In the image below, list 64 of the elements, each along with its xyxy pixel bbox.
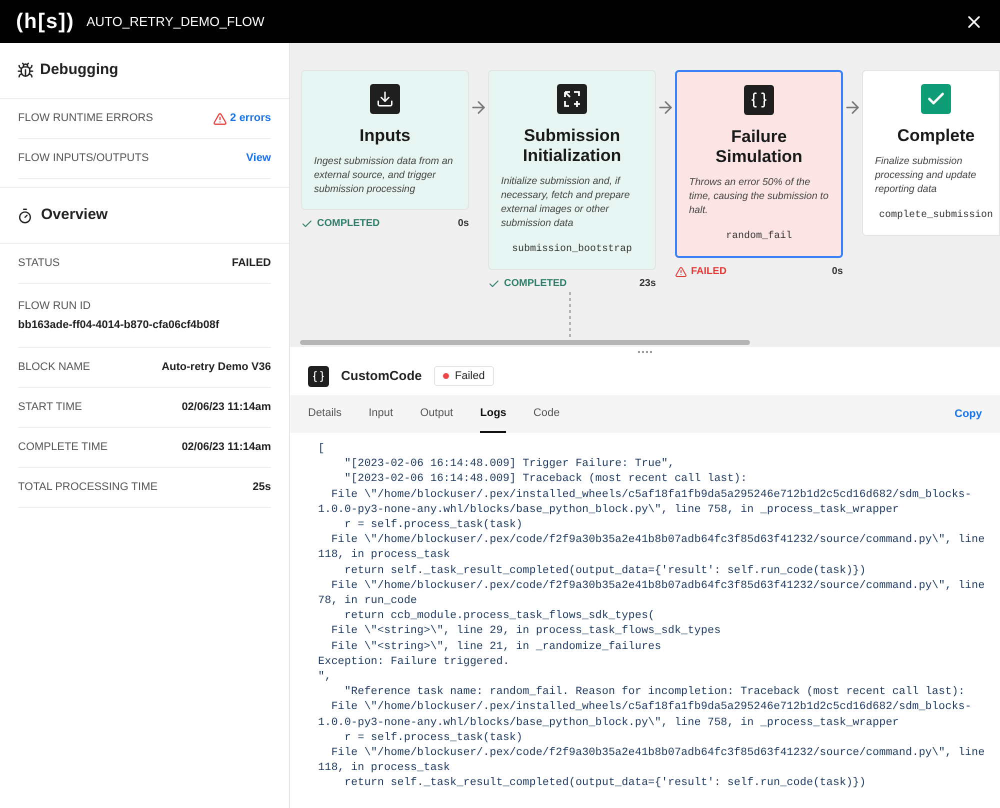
node-description: Initialize submission and, if necessary, fetch and prepare external images or other submission data: [501, 175, 631, 231]
link[interactable]: 2 errors: [230, 110, 271, 127]
node-status: COMPLETED: [317, 217, 380, 231]
copy-link[interactable]: Copy: [954, 395, 982, 433]
node-duration: 0s: [832, 265, 843, 279]
field-label: STATUS: [18, 256, 60, 272]
download-icon: [370, 84, 400, 114]
tab[interactable]: Logs: [480, 395, 506, 433]
warning-icon: [213, 112, 228, 126]
field-label: FLOW INPUTS/OUTPUTS: [18, 151, 149, 166]
tab[interactable]: Code: [533, 395, 560, 433]
node-code-name: submission_bootstrap: [512, 242, 632, 257]
node-duration: 0s: [458, 217, 469, 231]
log-output: [ "[2023-02-06 16:14:48.009] Trigger Failure: True", "[2023-02-06 16:14:48.009] Traceback (most recent call last): File \"/home/blockuser/.pex/installed_wheels/c5af18fa1fb9da5a295246e712b1d2c5cd16d682/sdm_blocks- 1.0.0-py3-none-any.whl/blocks/base_python_block.py\", line 758, in _process_task_wrapper r = self.process_task(task) File \"/home/blockuser/.pex/code/f2f9a30b35a2e41b8b07adb64fc3f85d63f41232/source/command.py\", line 118, in process_task return self._task_result_completed(output_data={'result': self.run_code(task)}) File \"/home/blockuser/.pex/code/f2f9a30b35a2e41b8b07adb64fc3f85d63f41232/source/command.py\", line 78, in run_code return ccb_module.process_task_flows_sdk_types( File \"<string>\", line 29, in process_task_flows_sdk_types File \"<string>\", line 21, in _randomize_failures Exception: Failure triggered. ", "Reference task name: random_fail. Reason for incompletion: Traceback (most recent call last): File \"/home/blockuser/.pex/installed_wheels/c5af18fa1fb9da5a295246e712b1d2c5cd16d682/sdm_blocks- 1.0.0-py3-none-any.whl/blocks/base_python_block.py\", line 758, in _process_task_wrapper r = self.process_task(task) File \"/home/blockuser/.pex/code/f2f9a30b35a2e41b8b07adb64fc3f85d63f41232/source/command.py\", line 118, in process_task return self._task_result_completed(output_data={'result': self.run_code(task)}): [317, 442, 986, 792]
tab[interactable]: Output: [420, 395, 454, 433]
field-label: FLOW RUNTIME ERRORS: [18, 111, 154, 126]
scrollbar-thumb[interactable]: [300, 340, 750, 345]
flow-node-card[interactable]: Complete Finalize submission processing and update reporting data complete_submission: [862, 70, 1000, 236]
flow-node-card[interactable]: Submission Initialization Initialize submission and, if necessary, fetch and prepare external images or other submission data submission_bootstrap: [488, 70, 656, 270]
transform-icon: [557, 84, 587, 114]
window-title: AUTO_RETRY_DEMO_FLOW: [86, 12, 264, 31]
bug-icon: [17, 62, 34, 79]
field-value: bb163ade-ff04-4014-b870-cfa06cf4b08f: [18, 318, 220, 332]
tab[interactable]: Input: [368, 395, 394, 433]
field-value: 02/06/23 11:14am: [182, 440, 271, 456]
node-status: COMPLETED: [504, 277, 567, 291]
link[interactable]: View: [246, 150, 271, 167]
stopwatch-icon: [17, 208, 33, 224]
code-braces-icon: [308, 366, 329, 386]
node-title: Inputs: [360, 126, 410, 146]
field-label: BLOCK NAME: [18, 360, 90, 376]
warning-icon: [675, 266, 687, 278]
flow-node-card[interactable]: Inputs Ingest submission data from an external source, and trigger submission processing: [301, 70, 469, 210]
node-code-name: complete_submission: [878, 208, 994, 223]
status-badge: Failed: [434, 366, 494, 386]
node-description: Throws an error 50% of the time, causing the submission to halt.: [689, 176, 829, 218]
field-value: FAILED: [232, 256, 271, 272]
field-label: START TIME: [18, 400, 82, 416]
logo: (h[s]): [16, 8, 74, 35]
check-icon: [488, 278, 500, 290]
connector-arrow: [469, 98, 488, 117]
node-code-name: random_fail: [726, 230, 792, 244]
checkmark-icon: [921, 84, 951, 114]
section-title: Overview: [41, 205, 108, 226]
block-title: CustomCode: [341, 367, 422, 386]
section-title: Debugging: [40, 60, 118, 80]
field-label: FLOW RUN ID: [18, 299, 92, 314]
node-title: Submission Initialization: [522, 126, 622, 166]
node-description: Finalize submission processing and update reporting data: [875, 155, 978, 197]
node-status: FAILED: [691, 265, 727, 279]
check-icon: [301, 218, 313, 230]
flow-node-card[interactable]: Failure Simulation Throws an error 50% of the time, causing the submission to halt. random_fail: [675, 70, 843, 258]
node-title: Failure Simulation: [714, 127, 804, 167]
node-title: Complete: [897, 126, 975, 146]
tab[interactable]: Details: [308, 395, 342, 433]
field-value: Auto-retry Demo V36: [162, 360, 271, 376]
node-duration: 23s: [639, 277, 656, 291]
field-label: COMPLETE TIME: [18, 440, 108, 456]
dashed-connector: [569, 292, 571, 338]
field-value: 25s: [252, 480, 271, 496]
field-label: TOTAL PROCESSING TIME: [18, 480, 158, 496]
code-braces-icon: [744, 85, 774, 115]
field-value: 02/06/23 11:14am: [182, 400, 271, 416]
node-description: Ingest submission data from an external source, and trigger submission processing: [314, 155, 454, 197]
